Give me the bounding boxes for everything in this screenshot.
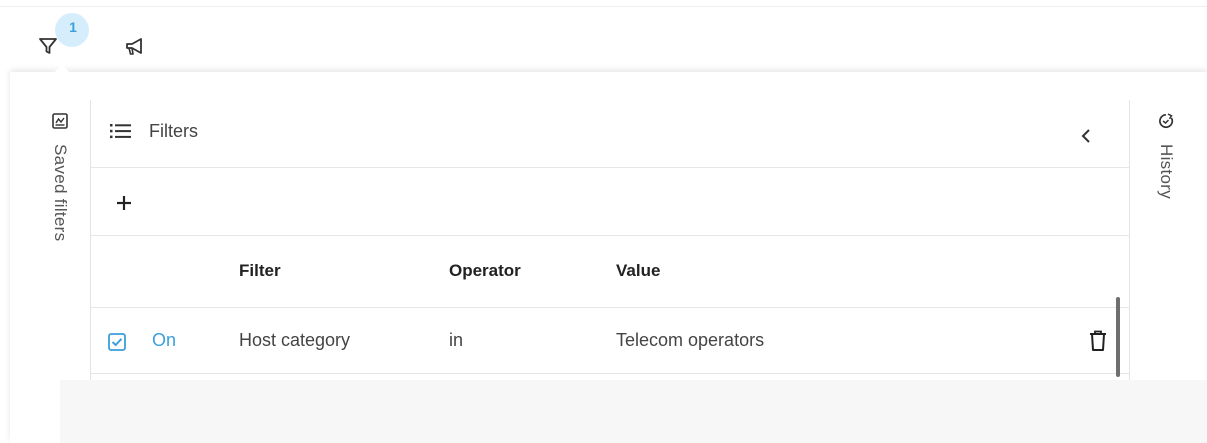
saved-filters-tab[interactable]: Saved filters (38, 112, 82, 292)
history-label: History (1157, 144, 1176, 199)
table-header-row: Filter Operator Value (91, 236, 1129, 308)
plus-icon (117, 196, 131, 210)
checkbox-checked-icon (108, 333, 126, 351)
filter-enabled-checkbox[interactable] (107, 332, 127, 352)
add-filter-button[interactable] (111, 190, 137, 216)
active-filter-count-badge: 1 (55, 13, 89, 47)
filter-name-cell: Host category (239, 330, 351, 350)
delete-filter-button[interactable] (1086, 328, 1110, 354)
add-filter-row (91, 168, 1129, 236)
megaphone-icon (126, 38, 142, 55)
filter-funnel-icon (39, 38, 57, 54)
filters-card: Filters Filter Operator Value On Host ca… (90, 100, 1130, 380)
list-icon (110, 124, 131, 139)
top-divider (0, 6, 1207, 7)
filters-header: Filters (91, 100, 1129, 168)
saved-filters-label: Saved filters (51, 144, 70, 242)
saved-filters-icon (52, 113, 68, 129)
chevron-left-icon (1081, 129, 1090, 143)
panel-footer-area (60, 380, 1207, 443)
filter-state-toggle[interactable]: On (152, 330, 176, 351)
filters-scrollbar[interactable] (1116, 297, 1120, 377)
trash-icon (1090, 330, 1106, 351)
announcements-button[interactable] (118, 30, 152, 64)
column-header-operator: Operator (449, 261, 521, 280)
column-header-value: Value (616, 261, 661, 280)
collapse-panel-button[interactable] (1075, 124, 1099, 148)
table-row[interactable]: On Host category in Telecom operators (91, 308, 1129, 374)
popover-pointer (53, 64, 71, 74)
column-header-filter: Filter (239, 261, 281, 280)
history-tab[interactable]: History (1146, 112, 1186, 252)
history-icon (1159, 113, 1174, 129)
filters-title: Filters (149, 121, 198, 141)
value-cell: Telecom operators (616, 330, 765, 350)
operator-cell: in (449, 330, 464, 350)
